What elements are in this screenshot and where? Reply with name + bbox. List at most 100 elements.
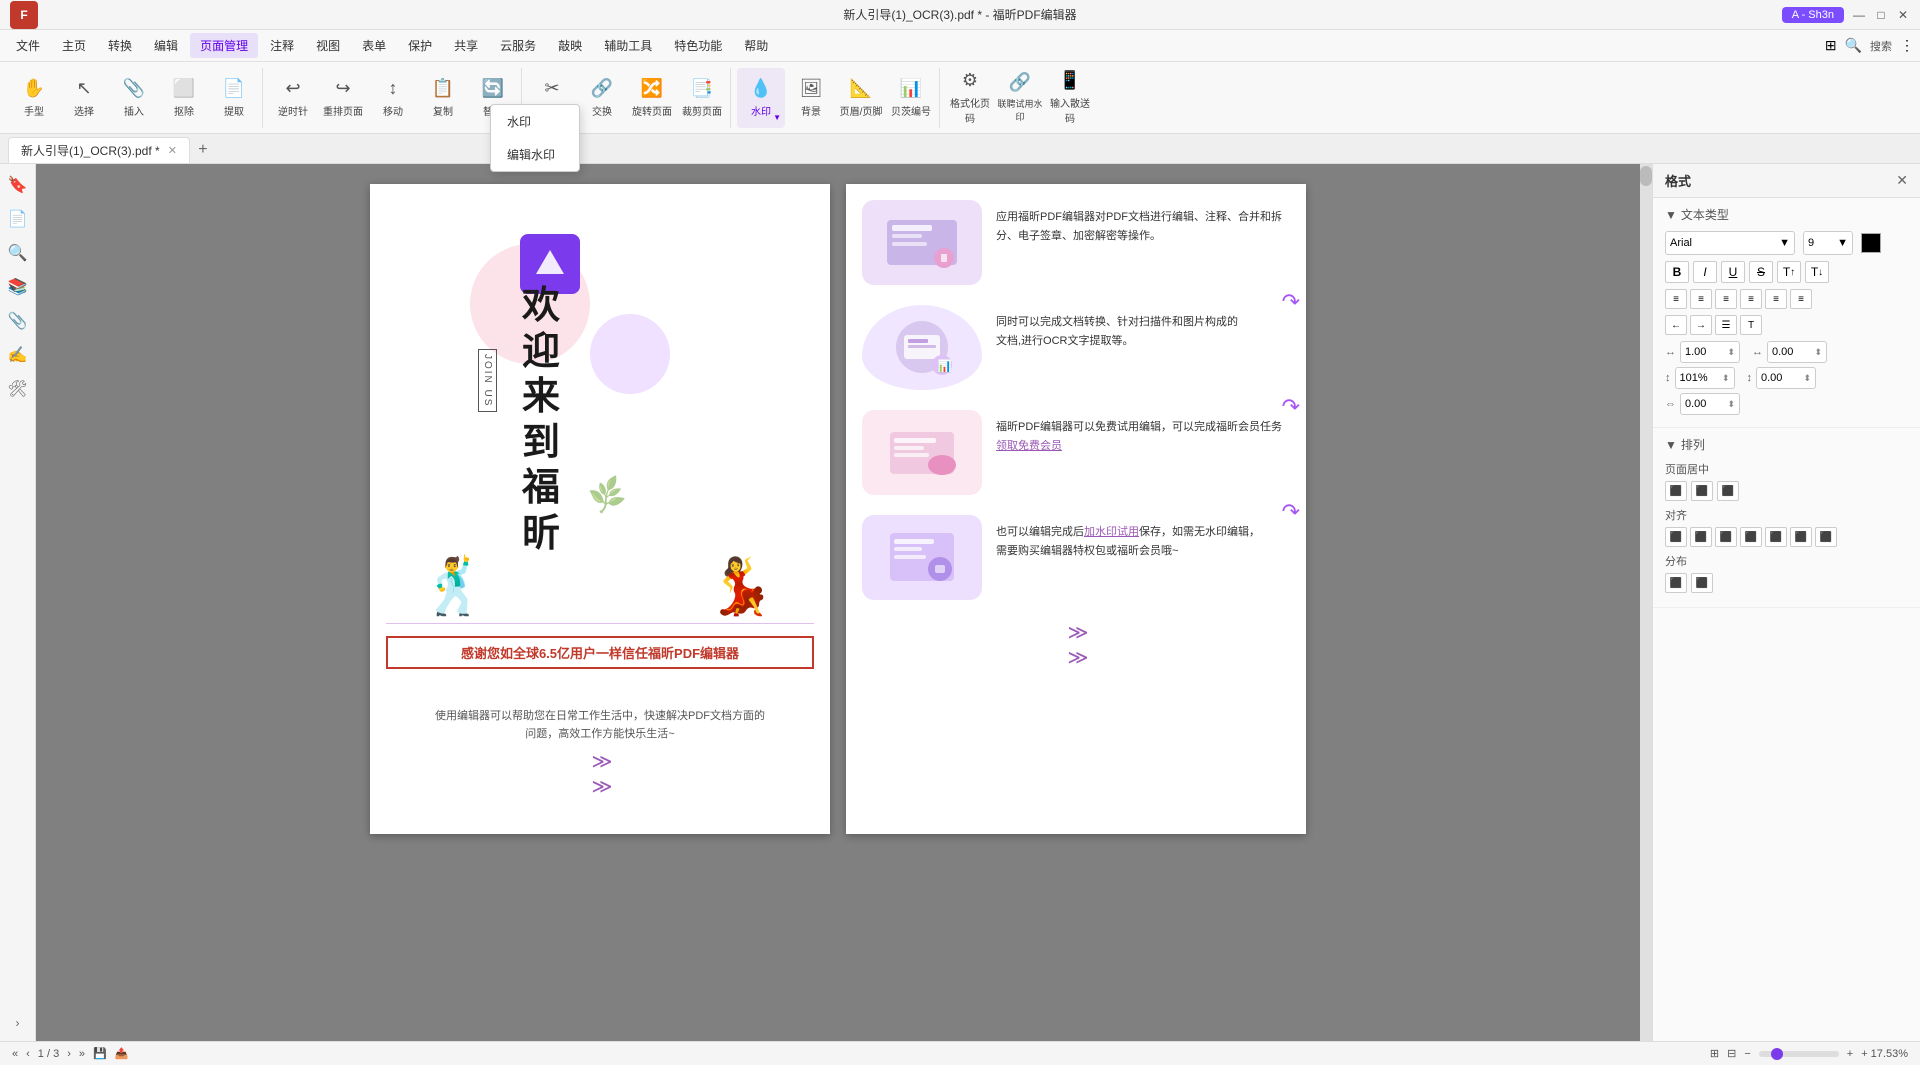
pdf-area[interactable]: 欢迎来到福昕 JOIN US 🕺 💃 🌿 感谢您如全球6.5亿用户一样信任福昕P… (36, 164, 1640, 1041)
strikethrough-button[interactable]: S (1749, 261, 1773, 283)
sidebar-signature-icon[interactable]: ✍ (3, 340, 33, 370)
search-icon[interactable]: 🔍 (1845, 37, 1862, 54)
delete-button[interactable]: ⬜ 抠除 (160, 68, 208, 128)
header-footer-button[interactable]: 📐 页眉/页脚 (837, 68, 885, 128)
select-tool-button[interactable]: ↖ 选择 (60, 68, 108, 128)
member-link[interactable]: 领取免费会员 (996, 440, 1062, 452)
next-page-button[interactable]: › (67, 1048, 71, 1060)
save-icon[interactable]: 💾 (93, 1047, 107, 1060)
trial-watermark-button[interactable]: 🔗 联聘试用水印 (996, 68, 1044, 128)
rotate-page-button[interactable]: 🔀 旋转页面 (628, 68, 676, 128)
maximize-button[interactable]: □ (1874, 8, 1888, 22)
sidebar-expand-icon[interactable]: › (10, 1015, 26, 1031)
layout-icon[interactable]: ⊞ (1825, 37, 1837, 54)
crop-button[interactable]: 📑 裁剪页面 (678, 68, 726, 128)
sidebar-page-icon[interactable]: 📄 (3, 204, 33, 234)
swap-button[interactable]: 🔗 交换 (578, 68, 626, 128)
indent-increase-button[interactable]: → (1690, 315, 1712, 335)
zoom-slider[interactable] (1759, 1051, 1839, 1057)
page-center-v-button[interactable]: ⬛ (1691, 481, 1713, 501)
align-justify-button[interactable]: ≡ (1740, 289, 1762, 309)
tab-close-button[interactable]: ✕ (168, 144, 177, 157)
indent-decrease-button[interactable]: ← (1665, 315, 1687, 335)
subscript-button[interactable]: T↓ (1805, 261, 1829, 283)
user-button[interactable]: A - Sh3n (1782, 7, 1844, 23)
sidebar-search-icon[interactable]: 🔍 (3, 238, 33, 268)
new-tab-button[interactable]: + (190, 137, 216, 163)
zoom-slider-thumb[interactable] (1771, 1048, 1783, 1060)
layout-align-extra-button[interactable]: ⬛ (1815, 527, 1837, 547)
menu-file[interactable]: 文件 (6, 33, 50, 58)
menu-form[interactable]: 表单 (352, 33, 396, 58)
prev-page-button[interactable]: ‹ (26, 1048, 30, 1060)
sidebar-layers-icon[interactable]: 📚 (3, 272, 33, 302)
insert-button[interactable]: 📎 插入 (110, 68, 158, 128)
scroll-thumb[interactable] (1640, 166, 1652, 186)
superscript-button[interactable]: T↑ (1777, 261, 1801, 283)
sidebar-bookmark-icon[interactable]: 🔖 (3, 170, 33, 200)
extract-button[interactable]: 📄 提取 (210, 68, 258, 128)
share-icon[interactable]: 📤 (115, 1047, 129, 1060)
trial-watermark-link[interactable]: 加水印试用 (1084, 526, 1139, 538)
spacing-bottom-input[interactable]: 0.00 ⬍ (1756, 367, 1816, 389)
menu-shortcut[interactable]: 敲映 (548, 33, 592, 58)
minimize-button[interactable]: — (1852, 8, 1866, 22)
spacing-top-input[interactable]: 101% ⬍ (1675, 367, 1735, 389)
menu-view[interactable]: 视图 (306, 33, 350, 58)
sidebar-tools-icon[interactable]: 🛠 (3, 374, 33, 404)
align-left-button[interactable]: ≡ (1665, 289, 1687, 309)
vertical-scrollbar[interactable] (1640, 164, 1652, 1041)
page-center-h-button[interactable]: ⬛ (1665, 481, 1687, 501)
spacing-left-input[interactable]: 1.00 ⬍ (1680, 341, 1740, 363)
rearrange-button[interactable]: ↪ 重排页面 (319, 68, 367, 128)
tab-active[interactable]: 新人引导(1)_OCR(3).pdf * ✕ (8, 137, 190, 163)
menu-edit[interactable]: 编辑 (144, 33, 188, 58)
menu-cloud[interactable]: 云服务 (490, 33, 546, 58)
layout-align-right-button[interactable]: ⬛ (1715, 527, 1737, 547)
menu-home[interactable]: 主页 (52, 33, 96, 58)
bates-button[interactable]: 📊 贝茨编号 (887, 68, 935, 128)
page-center-both-button[interactable]: ⬛ (1717, 481, 1739, 501)
more-icon[interactable]: ⋮ (1900, 37, 1914, 54)
bold-button[interactable]: B (1665, 261, 1689, 283)
close-button[interactable]: ✕ (1896, 8, 1910, 22)
list-button[interactable]: ☰ (1715, 315, 1737, 335)
underline-button[interactable]: U (1721, 261, 1745, 283)
align-right-button[interactable]: ≡ (1715, 289, 1737, 309)
layout-align-top-button[interactable]: ⬛ (1740, 527, 1762, 547)
menu-convert[interactable]: 转换 (98, 33, 142, 58)
background-button[interactable]: 🖼 背景 (787, 68, 835, 128)
align-more1-button[interactable]: ≡ (1765, 289, 1787, 309)
zoom-out-button[interactable]: − (1744, 1048, 1750, 1060)
spacing-right-input[interactable]: 0.00 ⬍ (1767, 341, 1827, 363)
format-page-num-button[interactable]: ⚙ 格式化页码 (946, 68, 994, 128)
text-size-button[interactable]: T (1740, 315, 1762, 335)
view-toggle-icon[interactable]: ⊞ (1710, 1047, 1719, 1060)
italic-button[interactable]: I (1693, 261, 1717, 283)
font-size-selector[interactable]: 9 ▼ (1803, 231, 1853, 255)
last-page-button[interactable]: » (79, 1048, 85, 1060)
menu-share[interactable]: 共享 (444, 33, 488, 58)
input-code-button[interactable]: 📱 输入散送码 (1046, 68, 1094, 128)
view-toggle-icon2[interactable]: ⊟ (1727, 1047, 1736, 1060)
hand-tool-button[interactable]: ✋ 手型 (10, 68, 58, 128)
menu-annotate[interactable]: 注释 (260, 33, 304, 58)
font-selector[interactable]: Arial ▼ (1665, 231, 1795, 255)
watermark-menu-item[interactable]: 水印 (491, 105, 579, 138)
zoom-in-button[interactable]: + (1847, 1048, 1853, 1060)
menu-special[interactable]: 特色功能 (664, 33, 732, 58)
menu-protect[interactable]: 保护 (398, 33, 442, 58)
move-button[interactable]: ↕ 移动 (369, 68, 417, 128)
layout-align-middle-button[interactable]: ⬛ (1765, 527, 1787, 547)
dist-h-button[interactable]: ⬛ (1665, 573, 1687, 593)
menu-assist[interactable]: 辅助工具 (594, 33, 662, 58)
rotate-left-button[interactable]: ↩ 逆时针 (269, 68, 317, 128)
sidebar-attachment-icon[interactable]: 📎 (3, 306, 33, 336)
dist-v-button[interactable]: ⬛ (1691, 573, 1713, 593)
panel-close-button[interactable]: ✕ (1896, 172, 1908, 189)
first-page-button[interactable]: « (12, 1048, 18, 1060)
layout-align-left-button[interactable]: ⬛ (1665, 527, 1687, 547)
align-more2-button[interactable]: ≡ (1790, 289, 1812, 309)
text-color-picker[interactable] (1861, 233, 1881, 253)
menu-help[interactable]: 帮助 (734, 33, 778, 58)
